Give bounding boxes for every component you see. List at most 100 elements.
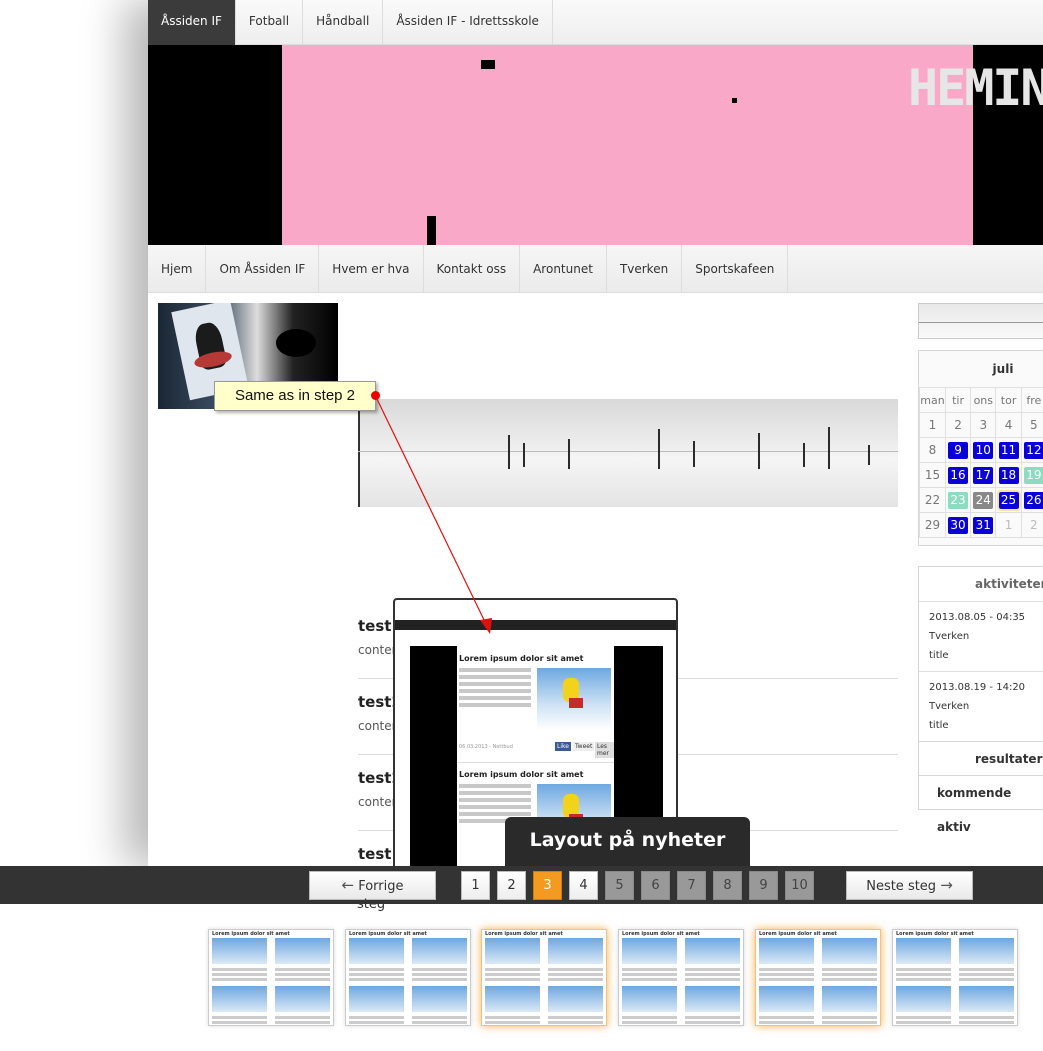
main-nav-item-hvem[interactable]: Hvem er hva — [319, 245, 424, 293]
top-nav-item-idrettsskole[interactable]: Åssiden IF - Idrettsskole — [383, 0, 553, 45]
calendar-day-cell[interactable]: 9 — [944, 437, 972, 463]
layout-thumbnail[interactable]: Lorem ipsum dolor sit amet — [892, 929, 1018, 1026]
calendar-day-cell[interactable]: 31 — [970, 512, 997, 538]
layout-thumbnail[interactable]: Lorem ipsum dolor sit amet — [345, 929, 471, 1026]
step-page-1[interactable]: 1 — [461, 871, 490, 900]
thumbnail-image — [349, 986, 404, 1012]
main-nav-item-kontakt[interactable]: Kontakt oss — [424, 245, 521, 293]
image-horizon — [358, 451, 898, 452]
calendar-day[interactable]: 31 — [973, 516, 994, 534]
event-item[interactable]: 2013.08.19 - 14:20 Tverken title — [919, 671, 1043, 741]
step-page-10[interactable]: 10 — [785, 871, 814, 900]
calendar-day[interactable]: 19 — [1023, 466, 1043, 484]
thumbnail-text-line — [822, 978, 877, 981]
results-heading[interactable]: resultater — [919, 741, 1043, 775]
calendar-day[interactable]: 2 — [1024, 517, 1043, 534]
calendar-day-cell[interactable]: 1 — [919, 412, 946, 438]
top-nav-item-handball[interactable]: Håndball — [303, 0, 384, 45]
event-title: title — [929, 720, 949, 731]
step-page-8[interactable]: 8 — [713, 871, 742, 900]
calendar-day[interactable]: 23 — [948, 491, 969, 509]
step-page-4[interactable]: 4 — [569, 871, 598, 900]
main-nav-item-hjem[interactable]: Hjem — [148, 245, 207, 293]
calendar-day[interactable]: 2 — [948, 417, 968, 434]
top-nav-item-assiden-if[interactable]: Åssiden IF — [148, 0, 236, 45]
calendar-day-cell[interactable]: 19 — [1020, 462, 1043, 488]
preview-article-text — [459, 668, 531, 710]
thumbnail-text-line — [685, 968, 740, 971]
activities-heading[interactable]: aktiviteter — [919, 567, 1043, 601]
calendar-day[interactable]: 3 — [973, 417, 993, 434]
step-page-5[interactable]: 5 — [605, 871, 634, 900]
step-page-2[interactable]: 2 — [497, 871, 526, 900]
step-page-7[interactable]: 7 — [677, 871, 706, 900]
calendar-day-cell[interactable]: 2 — [1020, 512, 1043, 538]
calendar-week-row: 12345 — [919, 412, 1043, 438]
calendar-day[interactable]: 26 — [1023, 491, 1043, 509]
calendar-widget: juli man tir ons tor fre 1 2 3 4 5 8 9 10 11 12 15… — [918, 350, 1043, 546]
next-step-button[interactable]: Neste steg → — [846, 871, 973, 900]
event-item[interactable]: 2013.08.05 - 04:35 Tverken title — [919, 601, 1043, 671]
calendar-day[interactable]: 9 — [948, 441, 969, 459]
main-nav-item-sportskafeen[interactable]: Sportskafeen — [682, 245, 789, 293]
previous-step-button[interactable]: ← Forrige — [309, 871, 436, 900]
thumbnail-text-line — [212, 973, 267, 976]
calendar-day[interactable]: 12 — [1023, 441, 1043, 459]
upcoming-heading[interactable]: kommende aktiv — [919, 775, 1043, 834]
layout-thumbnail[interactable]: Lorem ipsum dolor sit amet — [208, 929, 334, 1026]
main-nav-item-om[interactable]: Om Åssiden IF — [206, 245, 320, 293]
calendar-day-cell[interactable]: 10 — [970, 437, 997, 463]
calendar-day-cell[interactable]: 26 — [1020, 487, 1043, 513]
calendar-day[interactable]: 30 — [948, 516, 969, 534]
calendar-day-cell[interactable]: 15 — [919, 462, 946, 488]
calendar-day-cell[interactable]: 24 — [970, 487, 997, 513]
calendar-day-cell[interactable]: 11 — [995, 437, 1022, 463]
calendar-day-cell[interactable]: 30 — [944, 512, 972, 538]
calendar-day[interactable]: 10 — [973, 441, 994, 459]
calendar-day-cell[interactable]: 25 — [995, 487, 1022, 513]
calendar-day-cell[interactable]: 8 — [919, 437, 946, 463]
calendar-day-cell[interactable]: 29 — [919, 512, 946, 538]
calendar-day-cell[interactable]: 23 — [944, 487, 972, 513]
calendar-day[interactable]: 17 — [973, 466, 994, 484]
step-page-6[interactable]: 6 — [641, 871, 670, 900]
thumbnail-text-line — [896, 968, 951, 971]
calendar-day-cell[interactable]: 5 — [1020, 412, 1043, 438]
news-title[interactable]: test — [358, 845, 391, 863]
top-nav-item-fotball[interactable]: Fotball — [236, 0, 304, 45]
step-page-9[interactable]: 9 — [749, 871, 778, 900]
calendar-day[interactable]: 8 — [922, 442, 942, 459]
calendar-day[interactable]: 11 — [998, 441, 1019, 459]
layout-thumbnail[interactable]: Lorem ipsum dolor sit amet — [755, 929, 881, 1026]
calendar-day-cell[interactable]: 1 — [995, 512, 1022, 538]
thumbnail-image — [685, 986, 740, 1012]
weekday-label: fre — [1020, 387, 1043, 413]
calendar-day-cell[interactable]: 16 — [944, 462, 972, 488]
calendar-day[interactable]: 22 — [922, 492, 942, 509]
previous-step-label: Forrige — [358, 879, 404, 894]
layout-thumbnail[interactable]: Lorem ipsum dolor sit amet — [618, 929, 744, 1026]
calendar-day-cell[interactable]: 4 — [995, 412, 1022, 438]
layout-thumbnail[interactable]: Lorem ipsum dolor sit amet — [481, 929, 607, 1026]
calendar-day[interactable]: 15 — [922, 467, 942, 484]
step-page-3[interactable]: 3 — [533, 871, 562, 900]
calendar-day-cell[interactable]: 3 — [970, 412, 997, 438]
calendar-day-cell[interactable]: 18 — [995, 462, 1022, 488]
thumbnail-text-line — [959, 968, 1014, 971]
main-nav-item-arontunet[interactable]: Arontunet — [520, 245, 607, 293]
calendar-day[interactable]: 16 — [948, 466, 969, 484]
calendar-day[interactable]: 25 — [996, 489, 1021, 511]
calendar-day[interactable]: 18 — [998, 466, 1019, 484]
calendar-day[interactable]: 1 — [999, 517, 1019, 534]
main-nav-item-tverken[interactable]: Tverken — [607, 245, 683, 293]
calendar-day-cell[interactable]: 2 — [944, 412, 972, 438]
calendar-day[interactable]: 5 — [1024, 417, 1043, 434]
calendar-day-cell[interactable]: 22 — [919, 487, 946, 513]
step-pagination: 1 2 3 4 5 6 7 8 9 10 — [461, 871, 814, 900]
calendar-day[interactable]: 29 — [922, 517, 942, 534]
calendar-day-cell[interactable]: 17 — [970, 462, 997, 488]
calendar-day-cell[interactable]: 12 — [1020, 437, 1043, 463]
calendar-day[interactable]: 1 — [922, 417, 942, 434]
calendar-day[interactable]: 4 — [999, 417, 1019, 434]
calendar-day[interactable]: 24 — [973, 491, 994, 509]
